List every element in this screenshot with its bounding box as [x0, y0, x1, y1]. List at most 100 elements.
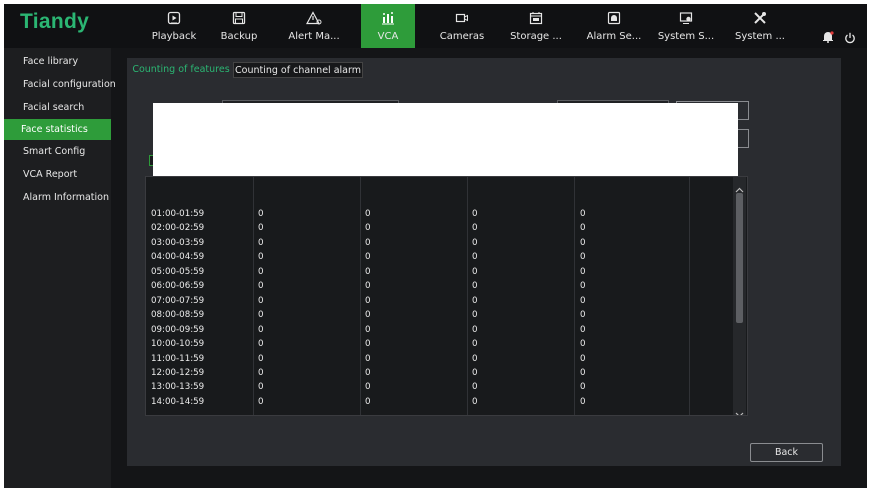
table-row: 13:00-13:59 0 0 0 0 [146, 380, 733, 394]
count-cell: 0 [472, 353, 478, 364]
count-cell: 0 [365, 237, 371, 248]
alarm-settings-icon [584, 11, 644, 25]
count-cell: 0 [472, 382, 478, 393]
count-cell: 0 [365, 295, 371, 306]
nav-storage[interactable]: Storage ... [507, 4, 565, 48]
sidebar-item-vca-report[interactable]: VCA Report [4, 164, 111, 185]
bell-icon[interactable] [822, 28, 834, 47]
nav-label: System ... [734, 31, 785, 42]
nav-label: Storage ... [510, 31, 562, 42]
count-cell: 0 [580, 223, 586, 234]
count-cell: 0 [365, 324, 371, 335]
system-tools-icon [732, 11, 788, 25]
back-button[interactable]: Back [750, 443, 823, 462]
count-cell: 0 [365, 396, 371, 407]
vertical-scrollbar[interactable] [733, 177, 746, 415]
count-cell: 0 [258, 252, 264, 263]
table-row: 07:00-07:59 0 0 0 0 [146, 294, 733, 308]
system-settings-icon [656, 11, 716, 25]
time-range-cell: 09:00-09:59 [151, 324, 205, 335]
count-cell: 0 [258, 339, 264, 350]
nav-label: Alert Ma... [288, 31, 340, 42]
time-range-cell: 11:00-11:59 [151, 353, 205, 364]
count-cell: 0 [365, 353, 371, 364]
table-row: 09:00-09:59 0 0 0 0 [146, 323, 733, 337]
time-range-cell: 02:00-02:59 [151, 223, 205, 234]
tab-counting-of-channel-alarm[interactable]: Counting of channel alarm [233, 62, 363, 78]
statistics-table: 01:00-01:59 0 0 0 0 02:00-02:59 0 0 0 0 03:00-03:5… [145, 176, 748, 416]
sidebar-item-alarm-information[interactable]: Alarm Information [4, 187, 111, 208]
count-cell: 0 [472, 396, 478, 407]
nav-backup[interactable]: Backup [214, 4, 264, 48]
backup-icon [214, 11, 264, 25]
time-range-cell: 12:00-12:59 [151, 367, 205, 378]
count-cell: 0 [580, 396, 586, 407]
count-cell: 0 [472, 209, 478, 219]
nav-system-tools[interactable]: System ... [732, 4, 788, 48]
count-cell: 0 [580, 367, 586, 378]
count-cell: 0 [580, 295, 586, 306]
count-cell: 0 [258, 353, 264, 364]
time-range-cell: 08:00-08:59 [151, 310, 205, 321]
count-cell: 0 [258, 223, 264, 234]
sidebar-item-smart-config[interactable]: Smart Config [4, 141, 111, 162]
count-cell: 0 [580, 310, 586, 321]
count-cell: 0 [365, 266, 371, 277]
count-cell: 0 [580, 353, 586, 364]
count-cell: 0 [258, 367, 264, 378]
count-cell: 0 [365, 310, 371, 321]
table-row: 08:00-08:59 0 0 0 0 [146, 308, 733, 322]
nav-label: Backup [220, 31, 258, 42]
count-cell: 0 [365, 382, 371, 393]
count-cell: 0 [365, 252, 371, 263]
nav-label: Playback [151, 31, 197, 42]
nav-label: Cameras [439, 31, 485, 42]
count-cell: 0 [472, 295, 478, 306]
table-row: 06:00-06:59 0 0 0 0 [146, 279, 733, 293]
sidebar-item-facial-search[interactable]: Facial search [4, 97, 111, 118]
count-cell: 0 [472, 237, 478, 248]
sidebar-item-face-statistics[interactable]: Face statistics [4, 119, 111, 140]
count-cell: 0 [472, 281, 478, 292]
nav-vca[interactable]: VCA [361, 4, 415, 48]
top-bar: Tiandy Playback Backup Alert Ma... VCA C… [4, 4, 867, 48]
time-range-cell: 13:00-13:59 [151, 382, 205, 393]
count-cell: 0 [365, 339, 371, 350]
nav-playback[interactable]: Playback [144, 4, 204, 48]
power-icon[interactable] [844, 29, 856, 48]
scrollbar-thumb[interactable] [736, 193, 743, 323]
sidebar-item-facial-configuration[interactable]: Facial configuration [4, 74, 116, 95]
nav-alarm-settings[interactable]: Alarm Se... [584, 4, 644, 48]
nav-system-settings[interactable]: System S... [656, 4, 716, 48]
count-cell: 0 [580, 324, 586, 335]
table-row: 02:00-02:59 0 0 0 0 [146, 221, 733, 235]
count-cell: 0 [258, 396, 264, 407]
table-row: 04:00-04:59 0 0 0 0 [146, 250, 733, 264]
table-row: 14:00-14:59 0 0 0 0 [146, 395, 733, 409]
camera-icon [434, 11, 490, 25]
count-cell: 0 [258, 237, 264, 248]
count-cell: 0 [472, 339, 478, 350]
count-cell: 0 [580, 281, 586, 292]
count-cell: 0 [365, 281, 371, 292]
sidebar-item-face-library[interactable]: Face library [4, 51, 111, 72]
chevron-up-icon[interactable] [735, 178, 744, 197]
table-row: 10:00-10:59 0 0 0 0 [146, 337, 733, 351]
count-cell: 0 [580, 266, 586, 277]
count-cell: 0 [258, 324, 264, 335]
nav-label: System S... [657, 31, 715, 42]
count-cell: 0 [365, 209, 371, 219]
count-cell: 0 [472, 223, 478, 234]
time-range-cell: 14:00-14:59 [151, 396, 205, 407]
chevron-down-icon[interactable] [735, 403, 744, 415]
table-row: 11:00-11:59 0 0 0 0 [146, 352, 733, 366]
nav-label: VCA [377, 31, 399, 42]
table-row: 05:00-05:59 0 0 0 0 [146, 265, 733, 279]
tab-counting-of-features[interactable]: Counting of features [131, 62, 231, 78]
count-cell: 0 [472, 266, 478, 277]
nav-cameras[interactable]: Cameras [434, 4, 490, 48]
time-range-cell: 03:00-03:59 [151, 237, 205, 248]
count-cell: 0 [580, 339, 586, 350]
nav-alert-management[interactable]: Alert Ma... [284, 4, 344, 48]
count-cell: 0 [580, 252, 586, 263]
